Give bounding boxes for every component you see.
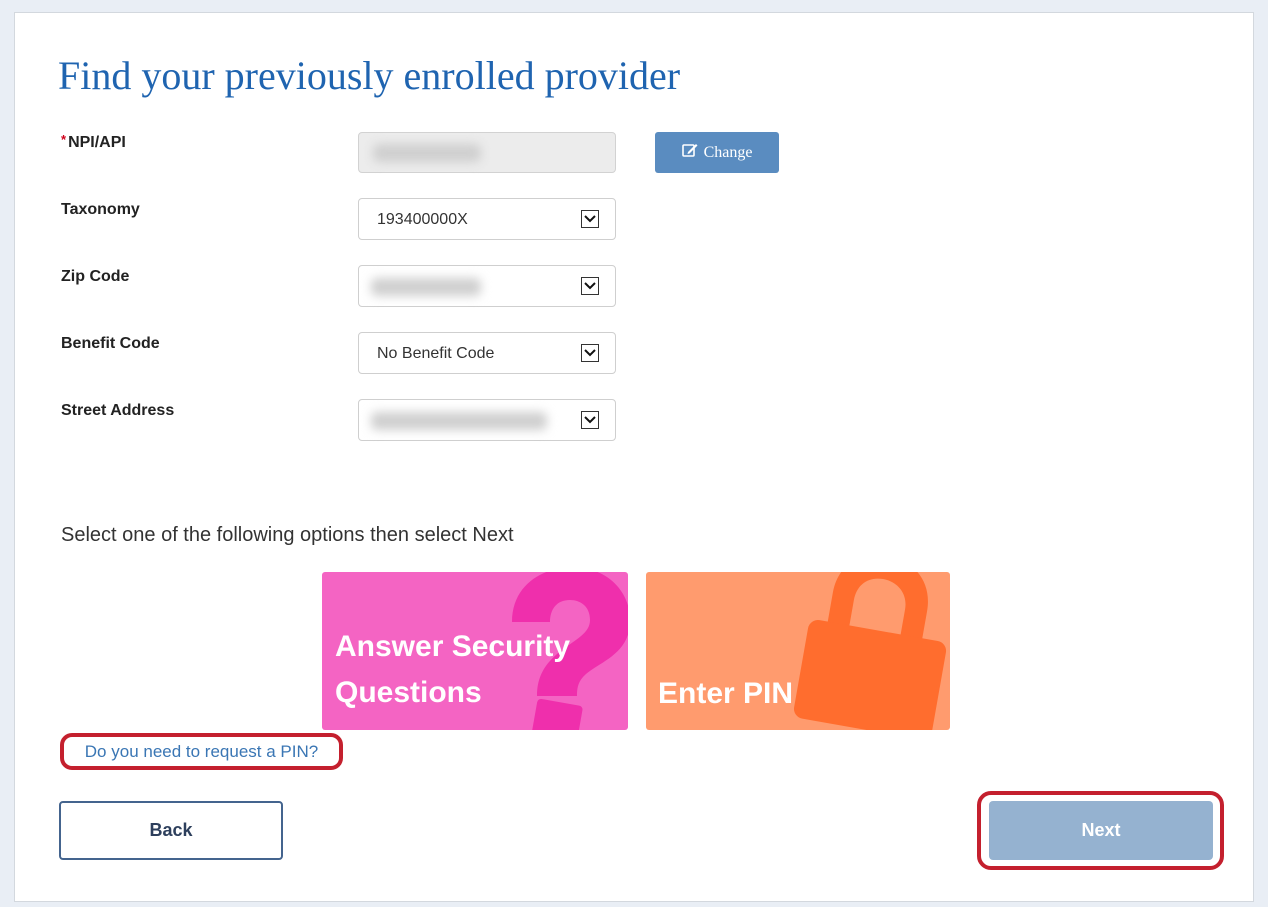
tile-label-line2: Questions: [335, 676, 482, 709]
street-address-label: Street Address: [61, 402, 175, 419]
chevron-down-icon: [581, 277, 599, 295]
redacted-value: [371, 278, 481, 296]
request-pin-link-highlight: Do you need to request a PIN?: [60, 733, 343, 770]
street-address-select[interactable]: [358, 399, 616, 441]
answer-security-questions-label: Answer Security Questions: [335, 624, 570, 716]
chevron-down-icon: [581, 411, 599, 429]
page-title: Find your previously enrolled provider: [58, 53, 681, 98]
taxonomy-label: Taxonomy: [61, 201, 140, 218]
enter-pin-tile[interactable]: Enter PIN: [646, 572, 950, 730]
edit-icon: [681, 143, 698, 163]
answer-security-questions-tile[interactable]: Answer Security Questions: [322, 572, 628, 730]
chevron-down-icon: [581, 344, 599, 362]
redacted-value: [373, 144, 481, 162]
back-button[interactable]: Back: [59, 801, 283, 860]
request-pin-link[interactable]: Do you need to request a PIN?: [85, 742, 318, 762]
redacted-value: [371, 412, 547, 430]
benefit-code-label: Benefit Code: [61, 335, 160, 352]
required-marker: *: [61, 132, 67, 147]
enter-pin-label: Enter PIN: [658, 677, 794, 710]
options-instructions: Select one of the following options then…: [61, 524, 514, 546]
change-button[interactable]: Change: [655, 132, 779, 173]
benefit-code-value: No Benefit Code: [377, 345, 495, 362]
next-button[interactable]: Next: [989, 801, 1213, 860]
zip-code-select[interactable]: [358, 265, 616, 307]
npi-input[interactable]: [358, 132, 616, 173]
chevron-down-icon: [581, 210, 599, 228]
taxonomy-value: 193400000X: [377, 211, 468, 228]
taxonomy-select[interactable]: 193400000X: [358, 198, 616, 240]
lock-icon: [786, 572, 950, 730]
npi-label-text: NPI/API: [68, 134, 126, 151]
zip-code-label: Zip Code: [61, 268, 130, 285]
npi-label: * NPI/API: [61, 132, 126, 152]
change-button-label: Change: [703, 143, 753, 161]
tile-label-line1: Answer Security: [335, 630, 571, 663]
benefit-code-select[interactable]: No Benefit Code: [358, 332, 616, 374]
